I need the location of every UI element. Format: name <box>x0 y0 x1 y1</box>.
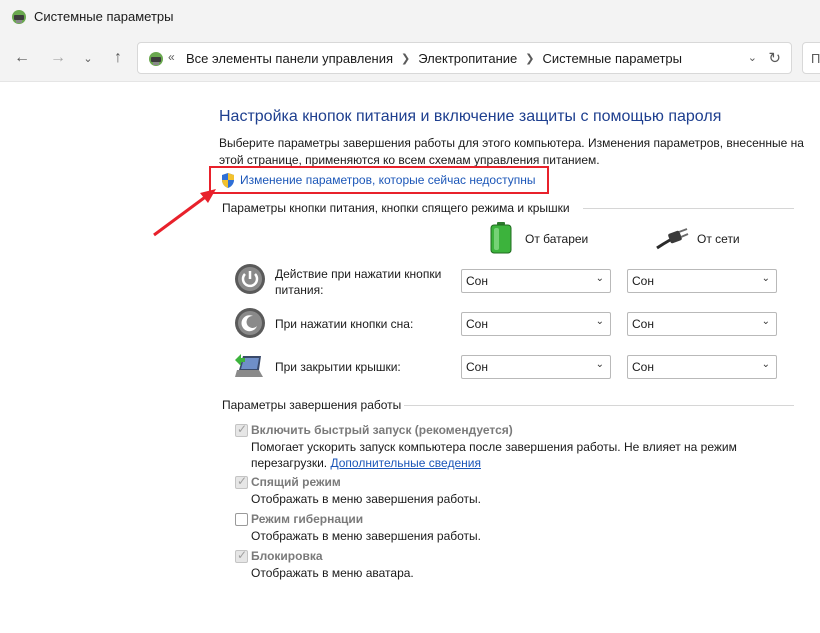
chevron-right-icon[interactable]: ❯ <box>525 52 534 65</box>
power-options-icon <box>149 52 163 66</box>
chevron-down-icon: ⌄ <box>595 273 604 284</box>
window-title: Системные параметры <box>34 9 174 24</box>
lock-description: Отображать в меню аватара. <box>251 566 414 580</box>
change-settings-link[interactable]: Изменение параметров, которые сейчас нед… <box>240 173 536 187</box>
red-arrow-annotation <box>153 189 216 237</box>
chevron-down-icon[interactable]: ⌄ <box>76 46 100 70</box>
breadcrumb-item[interactable]: Все элементы панели управления <box>186 51 393 66</box>
power-button-icon <box>235 264 265 294</box>
breadcrumb: Все элементы панели управления ❯ Электро… <box>186 51 682 66</box>
laptop-lid-icon <box>235 354 263 377</box>
chevron-down-icon: ⌄ <box>761 273 770 284</box>
breadcrumb-overflow[interactable]: « <box>168 50 175 64</box>
hibernate-checkbox[interactable] <box>235 513 248 526</box>
uac-shield-icon <box>222 173 234 188</box>
power-button-battery-select[interactable]: Сон ⌄ <box>461 269 611 293</box>
column-ac: От сети <box>697 232 740 246</box>
select-value: Сон <box>632 360 654 374</box>
lock-title: Блокировка <box>251 549 323 563</box>
search-icon: П <box>811 51 820 66</box>
select-value: Сон <box>466 317 488 331</box>
fast-startup-description-2: перезагрузки. Дополнительные сведения <box>251 455 481 472</box>
sleep-title: Спящий режим <box>251 475 341 489</box>
arrow-right-icon[interactable]: → <box>46 46 70 70</box>
select-value: Сон <box>466 360 488 374</box>
sleep-button-icon <box>235 308 265 338</box>
address-bar[interactable]: « Все элементы панели управления ❯ Элект… <box>137 42 792 74</box>
page-description: Выберите параметры завершения работы для… <box>219 136 804 167</box>
breadcrumb-item[interactable]: Электропитание <box>418 51 517 66</box>
fast-startup-title: Включить быстрый запуск (рекомендуется) <box>251 423 513 437</box>
chevron-down-icon: ⌄ <box>595 359 604 370</box>
arrow-left-icon[interactable]: ← <box>10 46 34 70</box>
row-label-sleep-button: При нажатии кнопки сна: <box>275 317 414 331</box>
section-header-buttons: Параметры кнопки питания, кнопки спящего… <box>222 201 570 215</box>
row-label-lid-close: При закрытии крышки: <box>275 360 401 374</box>
sleep-description: Отображать в меню завершения работы. <box>251 492 482 506</box>
select-value: Сон <box>632 274 654 288</box>
hibernate-description: Отображать в меню завершения работы. <box>251 529 482 543</box>
sleep-checkbox[interactable] <box>235 474 248 489</box>
lock-checkbox[interactable] <box>235 548 248 563</box>
search-box[interactable]: П <box>802 42 820 74</box>
title-bar: Системные параметры <box>0 0 820 34</box>
chevron-down-icon: ⌄ <box>761 359 770 370</box>
sleep-button-battery-select[interactable]: Сон ⌄ <box>461 312 611 336</box>
more-info-link[interactable]: Дополнительные сведения <box>330 456 480 470</box>
row-label-power-button: Действие при нажатии кнопки питания: <box>275 267 442 297</box>
select-value: Сон <box>466 274 488 288</box>
section-divider <box>404 405 794 406</box>
refresh-icon[interactable]: ↻ <box>768 49 781 67</box>
hibernate-title: Режим гибернации <box>251 512 364 526</box>
breadcrumb-item[interactable]: Системные параметры <box>542 51 681 66</box>
chevron-right-icon[interactable]: ❯ <box>401 52 410 65</box>
lid-close-battery-select[interactable]: Сон ⌄ <box>461 355 611 379</box>
chevron-down-icon: ⌄ <box>595 316 604 327</box>
arrow-up-icon[interactable]: ↑ <box>106 46 130 70</box>
power-options-app-icon <box>12 10 26 24</box>
section-header-shutdown: Параметры завершения работы <box>222 398 402 412</box>
fast-startup-checkbox[interactable] <box>235 422 248 437</box>
change-settings-highlight: Изменение параметров, которые сейчас нед… <box>209 166 549 194</box>
power-plug-icon <box>656 228 689 250</box>
power-button-ac-select[interactable]: Сон ⌄ <box>627 269 777 293</box>
sleep-button-ac-select[interactable]: Сон ⌄ <box>627 312 777 336</box>
page-title: Настройка кнопок питания и включение защ… <box>219 108 722 125</box>
select-value: Сон <box>632 317 654 331</box>
fast-startup-description-tail: перезагрузки. <box>251 456 328 470</box>
fast-startup-description: Помогает ускорить запуск компьютера посл… <box>251 440 737 454</box>
column-battery: От батареи <box>525 232 589 246</box>
address-dropdown-icon[interactable]: ⌄ <box>748 51 757 64</box>
battery-icon <box>490 222 512 254</box>
navigation-bar: ← → ⌄ ↑ « Все элементы панели управления… <box>0 34 820 82</box>
lid-close-ac-select[interactable]: Сон ⌄ <box>627 355 777 379</box>
chevron-down-icon: ⌄ <box>761 316 770 327</box>
section-divider <box>583 208 794 209</box>
